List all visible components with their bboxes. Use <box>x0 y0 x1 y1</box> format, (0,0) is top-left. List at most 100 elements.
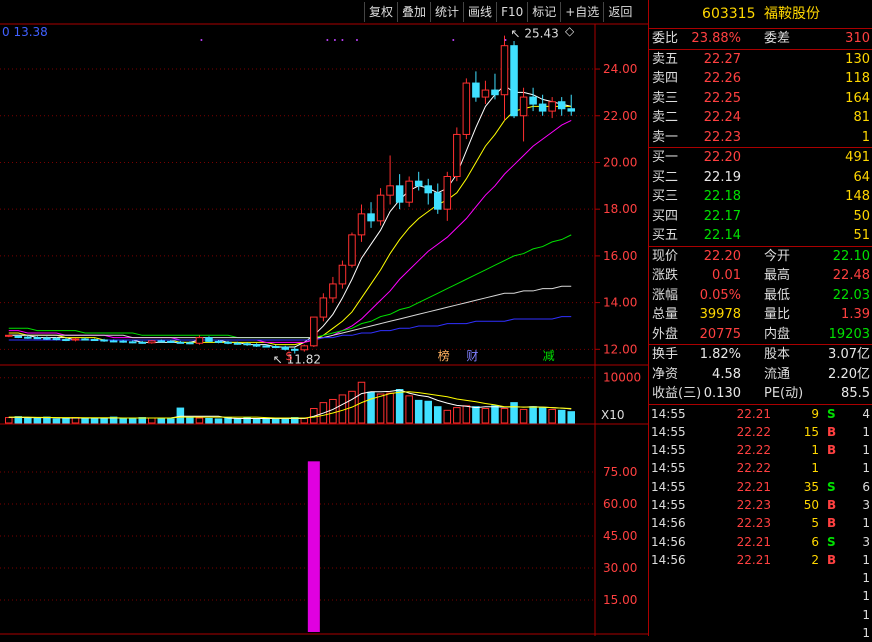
signal-dot <box>356 39 358 41</box>
fund-label: 收益(三) <box>652 384 701 404</box>
stat-value: 19203 <box>829 325 870 345</box>
volume-bar <box>387 393 394 423</box>
toolbar-btn-7[interactable]: 返回 <box>603 2 636 22</box>
volume-bar <box>425 401 432 423</box>
toolbar-btn-0[interactable]: 复权 <box>364 2 397 22</box>
tick-price: 22.21 <box>721 551 771 569</box>
volume-bar <box>377 394 384 423</box>
bid-volume: 50 <box>853 207 870 227</box>
volume-bar <box>339 395 346 423</box>
candle-body <box>530 97 537 104</box>
candle-body <box>568 109 575 111</box>
volume-bar <box>568 412 575 423</box>
candle-body <box>330 284 337 298</box>
tick-row-tail: 1 <box>649 587 872 605</box>
fund-row: 换手1.82%股本3.07亿 <box>649 345 872 365</box>
tick-price: 22.22 <box>721 459 771 477</box>
tick-row-tail: 1 <box>649 569 872 587</box>
fund-value: 1.82% <box>700 345 741 365</box>
tick-side: B <box>827 496 836 514</box>
tick-volume: 1 <box>779 459 819 477</box>
bid-label: 买三 <box>652 187 678 207</box>
tick-list[interactable]: 14:5522.219S414:5522.2215B114:5522.221B1… <box>649 405 872 642</box>
stat-label: 量比 <box>764 305 790 325</box>
tick-count: 3 <box>862 533 870 551</box>
ask-price: 22.27 <box>704 50 741 70</box>
candle-body <box>377 195 384 221</box>
toolbar-btn-1[interactable]: 叠加 <box>397 2 430 22</box>
volume-bar <box>253 419 260 423</box>
stat-value: 22.20 <box>704 247 741 267</box>
fundamental-stats: 换手1.82%股本3.07亿净资4.58流通2.20亿收益(三)0.130PE(… <box>649 345 872 404</box>
tick-side: B <box>827 514 836 532</box>
weibi-row: 委比 23.88% 委差 310 <box>649 29 872 49</box>
tick-count: 6 <box>862 478 870 496</box>
tick-row: 14:5522.2211 <box>649 459 872 477</box>
toolbar-btn-3[interactable]: 画线 <box>463 2 496 22</box>
candle-body <box>15 336 22 337</box>
ask-volume: 81 <box>853 108 870 128</box>
tick-count: 1 <box>862 441 870 459</box>
volume-bar <box>301 418 308 423</box>
tick-row: 14:5522.221B1 <box>649 441 872 459</box>
candle-body <box>225 342 232 343</box>
candle-body <box>311 317 318 346</box>
volume-bar <box>53 419 60 423</box>
stat-row: 现价22.20今开22.10 <box>649 247 872 267</box>
ask-label: 卖五 <box>652 50 678 70</box>
candle-body <box>72 339 79 340</box>
tick-time: 14:55 <box>651 478 686 496</box>
volume-bar <box>530 407 537 423</box>
candle-body <box>272 347 279 348</box>
ask-list: 卖五22.27130卖四22.26118卖三22.25164卖二22.2481卖… <box>649 50 872 148</box>
tick-count: 1 <box>862 624 870 642</box>
ma-line-0 <box>9 85 571 347</box>
tick-row: 14:5622.216S3 <box>649 533 872 551</box>
toolbar: 复权叠加统计画线F10标记+自选返回 <box>364 2 636 22</box>
toolbar-btn-5[interactable]: 标记 <box>527 2 560 22</box>
ask-volume: 118 <box>845 69 870 89</box>
tick-price: 22.21 <box>721 405 771 423</box>
volume-bar <box>63 418 70 423</box>
candle-body <box>6 335 13 336</box>
tick-volume: 5 <box>779 514 819 532</box>
candle-body <box>91 340 98 341</box>
candle-body <box>206 338 213 342</box>
price-tick-label: 18.00 <box>603 202 637 216</box>
toolbar-btn-4[interactable]: F10 <box>496 2 527 22</box>
bid-volume: 51 <box>853 226 870 246</box>
stat-row: 总量39978量比1.39 <box>649 305 872 325</box>
kline-chart[interactable]: 24.0022.0020.0018.0016.0014.0012.000 13.… <box>0 0 648 636</box>
weibi-value: 23.88% <box>691 29 741 49</box>
stat-value: 20775 <box>700 325 741 345</box>
event-marker: 榜 <box>438 348 450 363</box>
signal-dot <box>200 39 202 41</box>
toolbar-btn-2[interactable]: 统计 <box>430 2 463 22</box>
stat-row: 涨跌0.01最高22.48 <box>649 266 872 286</box>
chart-area[interactable]: 24.0022.0020.0018.0016.0014.0012.000 13.… <box>0 0 648 636</box>
candle-body <box>44 338 51 339</box>
tick-price: 22.23 <box>721 514 771 532</box>
volume-bar <box>549 409 556 423</box>
bid-price: 22.19 <box>704 168 741 188</box>
ma-line-1 <box>9 106 571 344</box>
tick-price: 22.21 <box>721 478 771 496</box>
tick-row-tail: 1 <box>649 606 872 624</box>
toolbar-btn-6[interactable]: +自选 <box>560 2 603 22</box>
candle-body <box>110 341 117 342</box>
signal-dot <box>326 39 328 41</box>
tick-time: 14:56 <box>651 514 686 532</box>
event-marker: 财 <box>466 349 478 363</box>
tick-price: 22.22 <box>721 441 771 459</box>
candle-body <box>196 338 203 344</box>
indicator-tick-label: 30.00 <box>603 561 637 575</box>
fund-row: 收益(三)0.130PE(动)85.5 <box>649 384 872 404</box>
tick-side: B <box>827 441 836 459</box>
weibi-label: 委比 <box>652 29 678 49</box>
stock-header: 603315 福鞍股份 <box>649 0 872 29</box>
volume-bar <box>492 406 499 423</box>
tick-count: 1 <box>862 551 870 569</box>
ask-volume: 130 <box>845 50 870 70</box>
ask-label: 卖一 <box>652 128 678 148</box>
stat-label: 涨幅 <box>652 286 678 306</box>
